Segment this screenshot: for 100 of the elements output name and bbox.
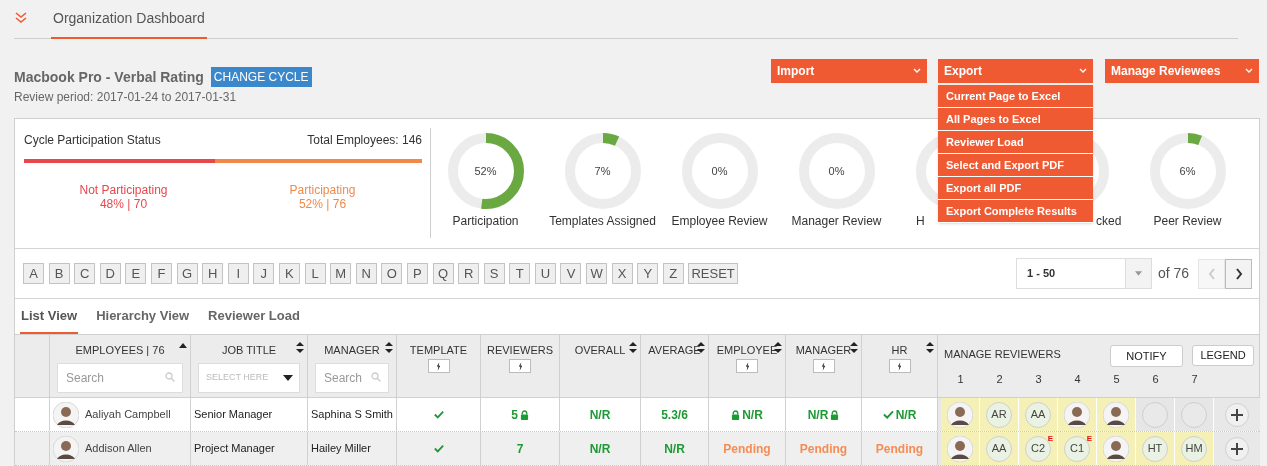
letter-filter[interactable]: C [74,263,96,284]
menu-item[interactable]: Select and Export PDF [938,154,1093,177]
search-field[interactable]: Search [57,363,183,393]
letter-filter[interactable]: I [227,263,249,284]
menu-item[interactable]: Export Complete Results [938,200,1093,223]
letter-filter[interactable]: S [483,263,505,284]
sort-ascending-icon[interactable] [179,343,187,348]
letter-filter[interactable]: D [99,263,121,284]
score-value: Pending [723,440,771,458]
reviewer-initials[interactable]: HT [1142,435,1168,462]
letter-filter[interactable]: E [125,263,147,284]
letter-filter[interactable]: H [202,263,224,284]
letter-filter[interactable]: A [23,263,44,284]
sort-icon[interactable] [926,342,934,353]
lightning-icon [744,361,750,371]
status-label: Participating [289,183,356,197]
dropdown-button[interactable]: Export [938,59,1093,83]
letter-filter[interactable]: Z [662,263,684,284]
sort-icon[interactable] [629,342,637,353]
employee-name[interactable]: Aaliyah Campbell [85,406,171,423]
add-reviewer-button[interactable] [1225,402,1249,427]
reviewer-initials[interactable]: AA [1025,401,1051,428]
lock-icon [519,409,529,420]
review-period: Review period: 2017-01-24 to 2017-01-31 [14,89,238,106]
change-cycle-button[interactable]: CHANGE CYCLE [210,67,312,87]
letter-filter[interactable]: R [458,263,480,284]
reset-button[interactable]: RESET [688,263,738,284]
letter-filter[interactable]: W [586,263,608,284]
gauge-label: Employee Review [671,214,768,228]
letter-filter[interactable]: J [253,263,275,284]
lock-icon [830,409,840,420]
column-header: TEMPLATE [409,344,468,357]
letter-filter[interactable]: M [330,263,352,284]
page-range-select[interactable]: 1 - 50 [1016,258,1152,289]
letter-filter[interactable]: T [509,263,531,284]
dropdown-button[interactable]: Import [771,59,927,83]
letter-filter[interactable]: X [611,263,633,284]
bulk-action-button[interactable] [427,359,450,373]
bulk-action-button[interactable] [736,359,758,373]
letter-filter[interactable]: P [406,263,428,284]
gauge-value: 7% [594,164,611,178]
menu-item[interactable]: All Pages to Excel [938,108,1093,131]
letter-filter[interactable]: Q [432,263,454,284]
sort-icon[interactable] [385,342,393,353]
slot-number: 3 [1034,372,1043,387]
letter-filter[interactable]: G [176,263,198,284]
menu-item[interactable]: Export all PDF [938,177,1093,200]
job-title-cell: Senior Manager [191,398,308,431]
gauge-label: H [916,214,925,228]
view-tab[interactable]: Hierarchy View [95,299,191,334]
status-label: Not Participating [79,183,168,197]
reviewer-initials[interactable]: AA [986,435,1012,462]
slot-number: 2 [995,372,1004,387]
letter-filter[interactable]: O [381,263,403,284]
column-header: REVIEWERS [487,344,553,357]
chevron-down-icon[interactable] [15,12,27,24]
letter-filter[interactable]: L [304,263,326,284]
column-header: MANAGER [795,344,852,357]
job-title-cell: Project Manager [191,432,308,465]
gauge-value: 52% [474,164,497,178]
add-reviewer-button[interactable] [1225,436,1249,461]
dropdown-button[interactable]: Manage Reviewees [1105,59,1259,83]
manager-cell: Saphina S Smith [308,398,397,431]
column-header: MANAGE REVIEWERS [944,347,1061,362]
bulk-action-button[interactable] [509,359,531,373]
next-page-button[interactable] [1225,258,1252,289]
dashboard-tab[interactable]: Organization Dashboard [51,8,207,39]
panel-title: Cycle Participation Status [24,132,161,149]
reviewer-initials[interactable]: AR [986,401,1012,428]
bulk-action-button[interactable] [812,359,835,373]
gauge-value: 0% [711,164,728,178]
letter-filter[interactable]: K [278,263,300,284]
bulk-action-button[interactable] [888,359,911,373]
menu-item[interactable]: Reviewer Load [938,131,1093,154]
score-value: N/R [589,440,611,458]
menu-item[interactable]: Current Page to Excel [938,85,1093,108]
sort-icon[interactable] [296,342,304,353]
gauge-value: 6% [1179,164,1196,178]
avatar [1103,435,1129,462]
legend-button[interactable]: LEGEND [1192,345,1254,366]
caret-icon [913,68,921,74]
letter-filter[interactable]: F [150,263,172,284]
letter-filter[interactable]: U [534,263,556,284]
score-value: 5.3/6 [661,406,688,424]
letter-filter[interactable]: V [560,263,582,284]
letter-filter[interactable]: B [48,263,70,284]
column-header: HR [891,344,908,357]
employee-name[interactable]: Addison Allen [85,440,152,457]
column-header: JOB TITLE [221,344,277,357]
reviewer-initials[interactable]: HM [1181,435,1207,462]
check-icon [433,410,444,419]
search-field[interactable]: Search [315,363,389,393]
check-icon [882,410,894,419]
sort-icon[interactable] [850,342,858,353]
view-tab[interactable]: Reviewer Load [207,299,301,334]
letter-filter[interactable]: Y [637,263,659,284]
caret-icon [283,375,293,381]
notify-button[interactable]: NOTIFY [1110,345,1183,367]
score-value: N/R [589,406,611,424]
letter-filter[interactable]: N [355,263,377,284]
